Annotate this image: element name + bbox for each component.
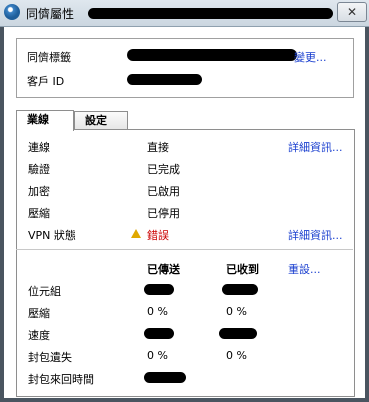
packet-loss-sent: 0 % (147, 349, 168, 362)
tab-settings[interactable]: 設定 (74, 111, 128, 130)
title-bar[interactable]: 同儕屬性 ✕ (0, 0, 369, 27)
app-logo-icon (4, 4, 20, 20)
tab-status[interactable]: 業線 (16, 110, 74, 131)
status-label: 連線 (28, 141, 50, 154)
client-id-label: 客戶 ID (27, 75, 65, 88)
status-label: 驗證 (28, 163, 50, 176)
close-button[interactable]: ✕ (337, 2, 367, 22)
packet-loss-received: 0 % (226, 349, 247, 362)
identity-group: 同儕標籤 變更... 客戶 ID (16, 38, 354, 98)
sent-header: 已傳送 (147, 263, 180, 276)
connection-details-link[interactable]: 詳細資訊... (288, 139, 343, 155)
peer-name-label: 同儕標籤 (27, 51, 71, 64)
status-value: 已啟用 (147, 185, 180, 198)
status-value: 已完成 (147, 163, 180, 176)
redacted-client-id (127, 74, 202, 85)
redacted-round-trip-time (144, 372, 186, 383)
status-label: 壓縮 (28, 207, 50, 220)
section-divider (16, 249, 353, 250)
vpn-details-link[interactable]: 詳細資訊... (288, 227, 343, 243)
change-link[interactable]: 變更... (294, 49, 327, 65)
window-title: 同儕屬性 (26, 7, 75, 21)
status-label: 加密 (28, 185, 50, 198)
status-value: 直接 (147, 141, 169, 154)
warning-icon (131, 229, 141, 238)
received-header: 已收到 (226, 263, 259, 276)
status-value: 已停用 (147, 207, 180, 220)
compression-sent: 0 % (147, 305, 168, 318)
vpn-status-error: 錯誤 (147, 229, 169, 242)
traffic-label: 壓縮 (28, 307, 50, 320)
redacted-speed-sent (144, 328, 174, 339)
traffic-label: 速度 (28, 329, 50, 342)
traffic-label: 位元組 (28, 285, 61, 298)
redacted-peer-name (127, 49, 297, 61)
redacted-speed-received (219, 328, 257, 339)
status-label: VPN 狀態 (28, 229, 76, 242)
redacted-bytes-received (222, 284, 258, 295)
redacted-title-text (88, 8, 333, 19)
traffic-label: 封包遺失 (28, 351, 72, 364)
compression-received: 0 % (226, 305, 247, 318)
dialog-body: 同儕標籤 變更... 客戶 ID 業線 設定 連線 直接 詳細資訊... 驗證 … (4, 27, 365, 398)
reset-link[interactable]: 重設... (288, 261, 321, 277)
redacted-bytes-sent (144, 284, 174, 295)
traffic-label: 封包來回時間 (28, 373, 94, 386)
